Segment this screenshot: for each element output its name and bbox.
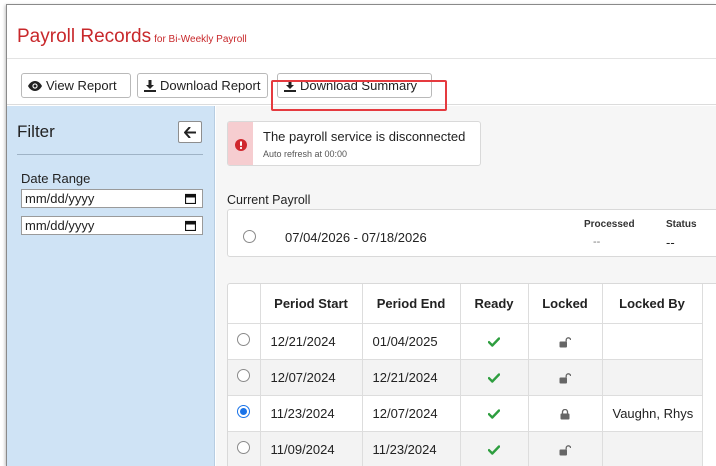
calendar-icon[interactable] [185,220,196,231]
row-select-radio[interactable] [237,333,251,346]
download-icon [284,79,296,92]
ready-cell [459,358,529,396]
date-range-label: Date Range [21,171,91,186]
page-header: Payroll Records for Bi-Weekly Payroll [7,5,716,59]
column-header-period-end[interactable]: Period End [361,284,461,324]
current-payroll-card: 07/04/2026 - 07/18/2026 Processed -- Sta… [227,209,716,257]
page-title-text: Payroll Records [17,26,152,47]
eye-icon [28,80,42,91]
download-icon [144,79,156,92]
lock-icon[interactable] [560,408,570,420]
row-select-cell [228,358,261,396]
table-row[interactable]: 11/23/2024 12/07/2024 Vaughn, Rhys [228,394,703,432]
unlock-icon[interactable] [559,372,571,384]
toolbar: View Report Download Report Download Sum… [7,59,716,105]
locked-cell [527,394,603,432]
current-payroll-label: Current Payroll [227,193,311,207]
ready-cell [459,430,529,466]
download-summary-label: Download Summary [300,78,418,93]
download-report-button[interactable]: Download Report [137,73,268,98]
collapse-filter-button[interactable] [178,121,202,143]
locked-cell [527,430,603,466]
row-select-radio[interactable] [237,441,251,454]
processed-header: Processed [584,219,635,230]
calendar-icon[interactable] [185,193,196,204]
checkmark-icon [488,445,500,455]
ready-cell [459,322,529,360]
locked-by-cell [601,358,703,396]
disconnected-alert: The payroll service is disconnected Auto… [227,121,481,166]
checkmark-icon [488,409,500,419]
table-row[interactable]: 12/07/2024 12/21/2024 [228,358,703,396]
start-date-placeholder: mm/dd/yyyy [25,191,95,206]
row-select-cell [228,322,261,360]
row-select-radio[interactable] [237,405,251,418]
end-date-placeholder: mm/dd/yyyy [25,218,95,233]
column-header-ready[interactable]: Ready [459,284,529,324]
row-select-cell [228,394,261,432]
row-select-radio[interactable] [237,369,251,382]
locked-by-cell [601,430,703,466]
column-header-locked[interactable]: Locked [527,284,603,324]
status-header: Status [666,219,697,230]
arrow-left-icon [184,126,196,138]
period-start-cell: 12/21/2024 [259,322,363,360]
view-report-label: View Report [46,78,117,93]
alert-refresh-text: Auto refresh at 00:00 [263,149,348,159]
page-title: Payroll Records for Bi-Weekly Payroll [17,26,247,48]
status-value: -- [666,235,675,250]
filter-divider [17,154,203,155]
period-end-cell: 12/07/2024 [361,394,461,432]
period-start-cell: 12/07/2024 [259,358,363,396]
table-row[interactable]: 12/21/2024 01/04/2025 [228,322,703,360]
filter-title: Filter [17,122,55,141]
download-report-label: Download Report [160,78,261,93]
table-row[interactable]: 11/09/2024 11/23/2024 [228,430,703,466]
start-date-input[interactable]: mm/dd/yyyy [21,189,203,208]
column-header-locked-by[interactable]: Locked By [601,284,703,324]
filter-sidebar: Filter Date Range mm/dd/yyyy mm/dd/yyyy [7,106,215,466]
checkmark-icon [488,337,500,347]
unlock-icon[interactable] [559,336,571,348]
locked-cell [527,322,603,360]
column-header-select [228,284,261,324]
processed-value: -- [593,236,601,248]
checkmark-icon [488,373,500,383]
column-header-period-start[interactable]: Period Start [259,284,363,324]
row-select-cell [228,430,261,466]
locked-by-cell: Vaughn, Rhys [601,394,703,432]
alert-strip [228,122,253,165]
period-start-cell: 11/09/2024 [259,430,363,466]
period-end-cell: 11/23/2024 [361,430,461,466]
view-report-button[interactable]: View Report [21,73,131,98]
period-end-cell: 01/04/2025 [361,322,461,360]
alert-message: The payroll service is disconnected [263,129,466,144]
table-header-row: Period Start Period End Ready Locked Loc… [228,284,703,324]
end-date-input[interactable]: mm/dd/yyyy [21,216,203,235]
locked-by-cell [601,322,703,360]
period-start-cell: 11/23/2024 [259,394,363,432]
current-payroll-range: 07/04/2026 - 07/18/2026 [285,230,427,245]
locked-cell [527,358,603,396]
app-window: Payroll Records for Bi-Weekly Payroll Vie… [6,4,716,466]
ready-cell [459,394,529,432]
exclamation-circle-icon [234,138,247,151]
unlock-icon[interactable] [559,444,571,456]
period-end-cell: 12/21/2024 [361,358,461,396]
page-subtitle: for Bi-Weekly Payroll [154,34,247,45]
payroll-table: Period Start Period End Ready Locked Loc… [227,283,716,466]
main-content: The payroll service is disconnected Auto… [216,106,716,466]
current-payroll-radio[interactable] [243,230,256,243]
download-summary-button[interactable]: Download Summary [277,73,432,98]
